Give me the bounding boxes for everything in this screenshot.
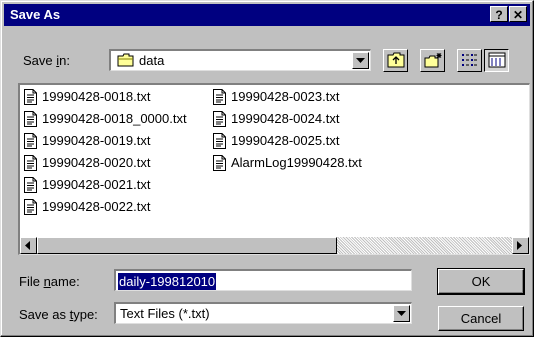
new-folder-button[interactable] [420, 49, 445, 72]
chevron-down-icon [356, 58, 365, 63]
file-list[interactable]: 19990428-0018.txt 19990428-0018_0000.txt 1… [18, 83, 530, 255]
up-one-level-button[interactable] [383, 49, 408, 72]
file-item-label: 19990428-0022.txt [42, 199, 151, 214]
title-bar[interactable]: Save As ? ✕ [4, 4, 530, 26]
save-in-label: Save in: [23, 53, 70, 68]
save-as-dialog: Save As ? ✕ Save in: data 19990428-0018.… [0, 0, 534, 337]
horizontal-scrollbar[interactable] [20, 237, 529, 254]
text-file-icon [24, 155, 37, 171]
save-in-dropdown-button[interactable] [352, 52, 369, 69]
file-item-label: AlarmLog19990428.txt [231, 155, 362, 170]
list-view-icon [462, 54, 477, 66]
file-item-label: 19990428-0025.txt [231, 133, 340, 148]
file-item-label: 19990428-0020.txt [42, 155, 151, 170]
scroll-right-button[interactable] [512, 237, 529, 254]
file-name-value: daily-199812010 [118, 273, 217, 290]
list-view-button[interactable] [457, 49, 482, 72]
file-item-label: 19990428-0018.txt [42, 89, 151, 104]
file-name-input[interactable]: daily-199812010 [114, 269, 412, 291]
new-folder-icon [424, 53, 442, 68]
text-file-icon [24, 199, 37, 215]
file-item-label: 19990428-0018_0000.txt [42, 111, 187, 126]
save-as-type-label: Save as type: [19, 307, 98, 322]
up-folder-icon [387, 52, 405, 68]
file-item-label: 19990428-0023.txt [231, 89, 340, 104]
scroll-left-button[interactable] [20, 237, 37, 254]
save-as-type-value: Text Files (*.txt) [120, 306, 210, 321]
text-file-icon [213, 89, 226, 105]
text-file-icon [24, 177, 37, 193]
text-file-icon [24, 111, 37, 127]
text-file-icon [213, 155, 226, 171]
save-as-type-dropdown[interactable]: Text Files (*.txt) [114, 302, 412, 324]
scrollbar-thumb[interactable] [37, 237, 337, 254]
help-button[interactable]: ? [490, 6, 508, 22]
text-file-icon [213, 111, 226, 127]
details-view-icon [488, 52, 506, 68]
chevron-down-icon [397, 311, 406, 316]
save-as-type-dropdown-button[interactable] [393, 305, 410, 322]
file-name-label: File name: [19, 274, 80, 289]
details-view-button[interactable] [484, 49, 509, 72]
arrow-right-icon [517, 241, 522, 250]
cancel-button[interactable]: Cancel [438, 306, 524, 331]
window-title: Save As [10, 7, 61, 22]
text-file-icon [213, 133, 226, 149]
arrow-left-icon [25, 241, 30, 250]
file-item-label: 19990428-0024.txt [231, 111, 340, 126]
save-in-dropdown[interactable]: data [109, 49, 371, 71]
file-item-label: 19990428-0019.txt [42, 133, 151, 148]
text-file-icon [24, 133, 37, 149]
file-item-label: 19990428-0021.txt [42, 177, 151, 192]
text-file-icon [24, 89, 37, 105]
ok-button[interactable]: OK [437, 268, 525, 295]
save-in-value: data [139, 53, 165, 68]
folder-icon [117, 53, 134, 67]
close-button[interactable]: ✕ [509, 6, 527, 22]
